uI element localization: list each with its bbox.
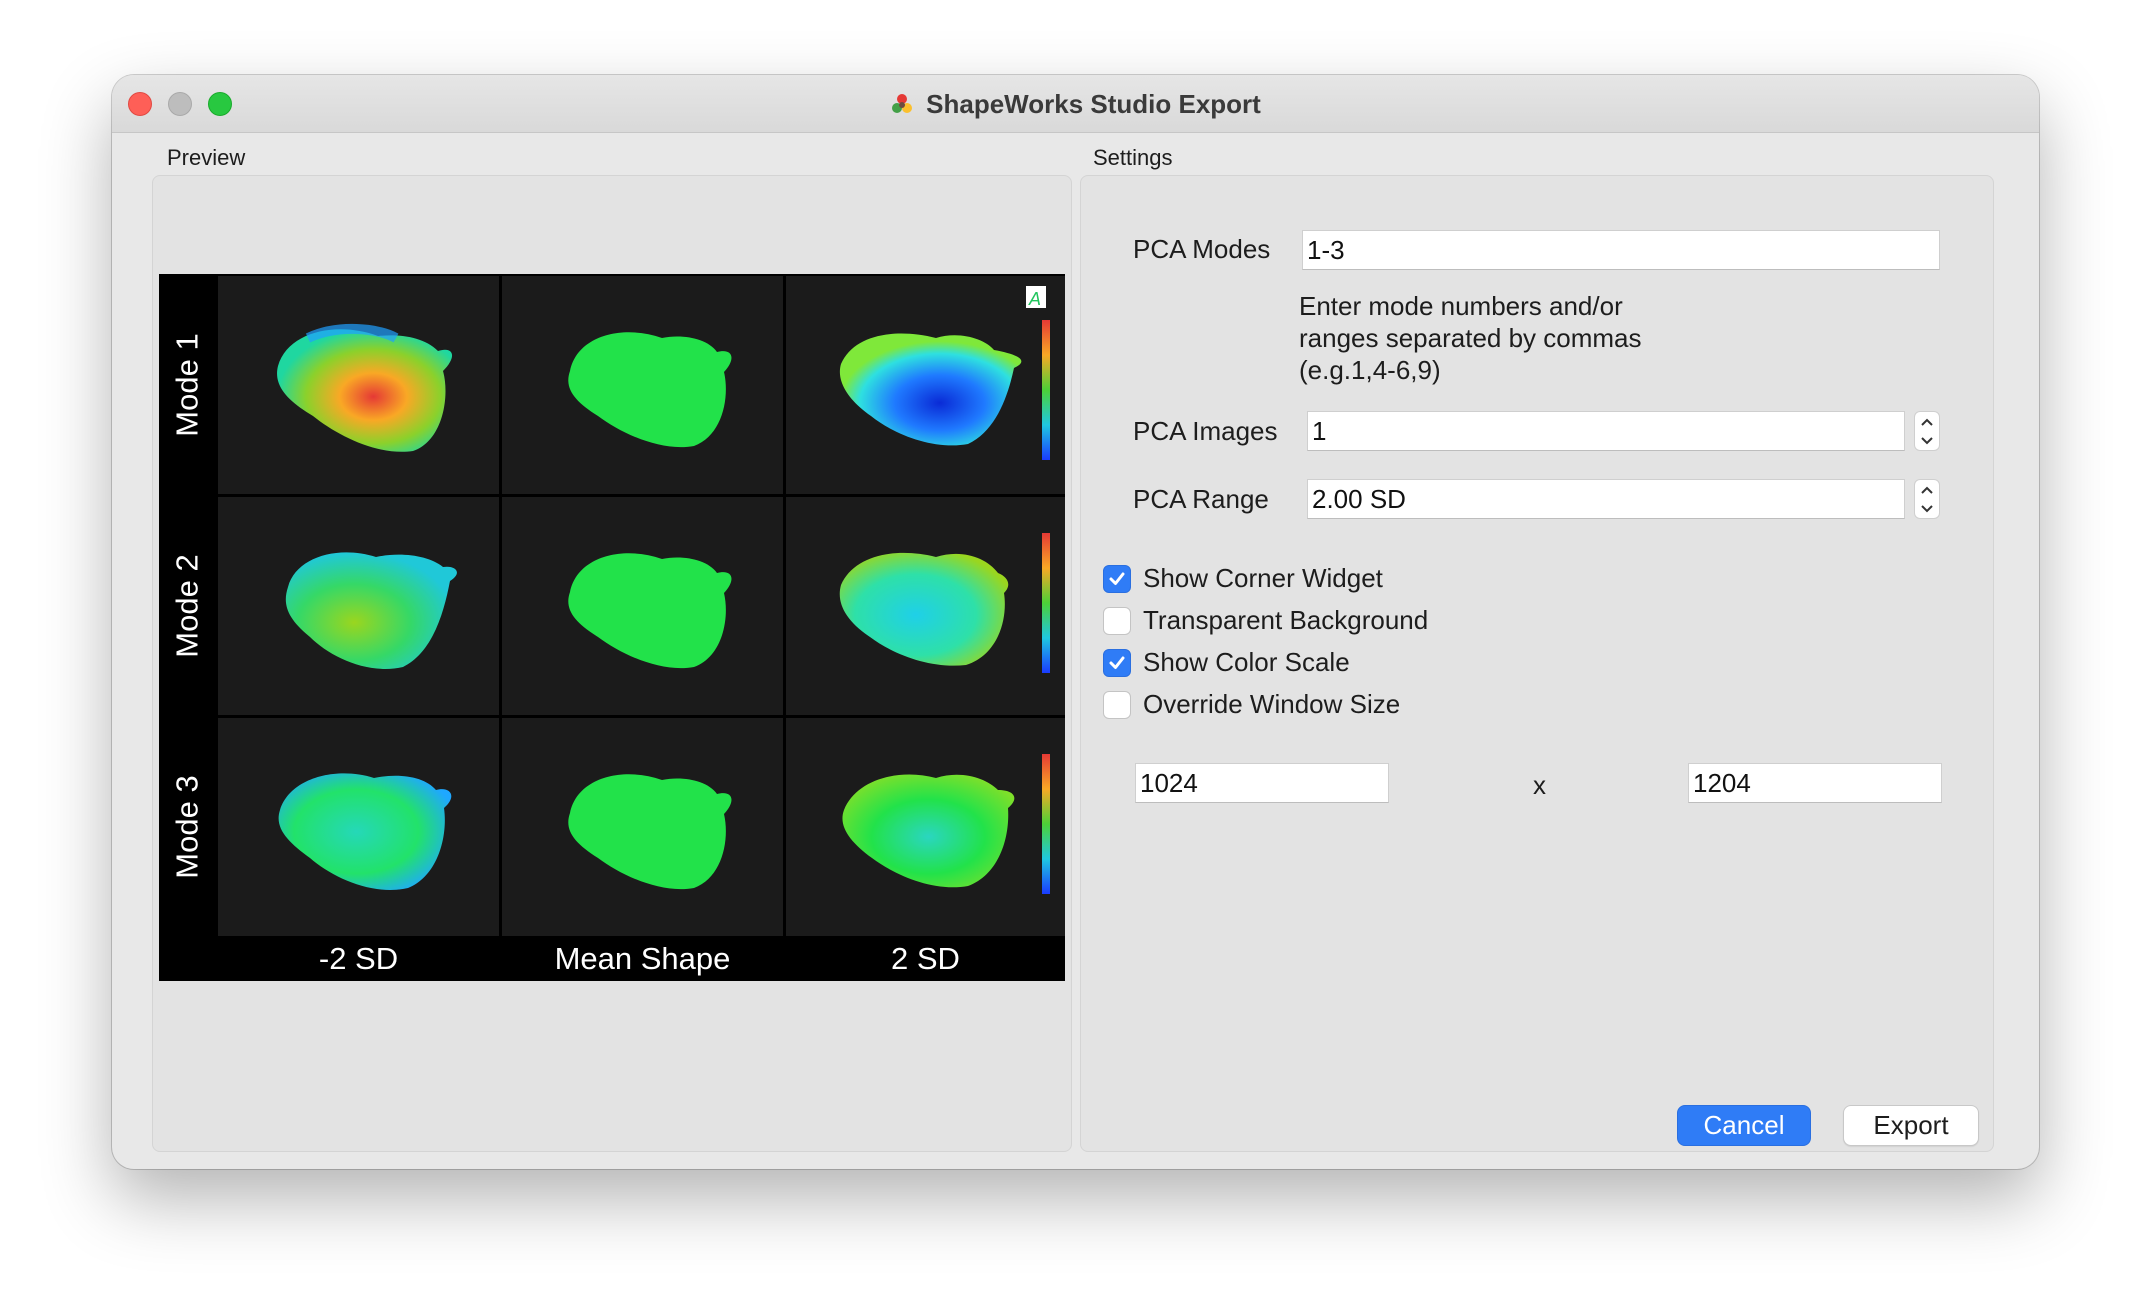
settings-panel: PCA Modes 1-3 Enter mode numbers and/or … (1080, 175, 1994, 1152)
window-width-input[interactable]: 1024 (1135, 763, 1389, 803)
stepper-up-icon[interactable] (1915, 412, 1939, 431)
preview-image: A Mode 1 Mode 2 Mode 3 -2 SD Mean Shape … (159, 274, 1065, 981)
cancel-button[interactable]: Cancel (1677, 1105, 1811, 1146)
checkmark-icon (1109, 656, 1125, 669)
col-label-mean-shape: Mean Shape (554, 940, 731, 976)
preview-cell-mode1-minus (218, 276, 499, 494)
pca-modes-label: PCA Modes (1133, 234, 1271, 264)
pca-modes-hint: Enter mode numbers and/or ranges separat… (1299, 290, 1719, 386)
preview-cell-mode2-mean (502, 497, 783, 715)
shape-mode3-plus2sd (842, 754, 1050, 894)
override-window-size-label: Override Window Size (1143, 689, 1401, 719)
size-separator: x (1533, 770, 1546, 800)
settings-group-label: Settings (1093, 145, 1173, 170)
transparent-background-label: Transparent Background (1143, 605, 1429, 635)
shapeworks-app-icon (892, 94, 913, 113)
show-color-scale-checkbox[interactable] (1103, 648, 1131, 677)
pca-images-stepper[interactable] (1914, 411, 1940, 451)
shape-mode1-minus2sd (277, 324, 453, 452)
pca-range-input[interactable]: 2.00 SD (1307, 479, 1905, 519)
svg-text:A: A (1028, 289, 1041, 309)
window-title: ShapeWorks Studio Export (926, 88, 1261, 119)
pca-range-stepper[interactable] (1914, 479, 1940, 519)
title-bar: ShapeWorks Studio Export (112, 75, 2039, 133)
shape-mode1-plus2sd: A (839, 286, 1050, 460)
col-label-minus-2sd: -2 SD (318, 940, 399, 976)
pca-range-label: PCA Range (1133, 484, 1269, 514)
pca-images-input[interactable]: 1 (1307, 411, 1905, 451)
show-color-scale-row[interactable]: Show Color Scale (1103, 647, 1350, 678)
export-dialog: ShapeWorks Studio Export Preview A Mode … (112, 75, 2039, 1169)
preview-cell-mode3-mean (502, 718, 783, 936)
shape-mode3-minus2sd (278, 773, 452, 890)
pca-images-label: PCA Images (1133, 416, 1278, 446)
row-label-mode-3: Mode 3 (159, 718, 216, 936)
row-label-text: Mode 1 (169, 333, 205, 437)
override-window-size-row[interactable]: Override Window Size (1103, 689, 1400, 720)
shape-mode2-mean (568, 553, 732, 669)
preview-cell-mode2-minus (218, 497, 499, 715)
preview-cell-mode3-minus (218, 718, 499, 936)
hint-line: (e.g.1,4-6,9) (1299, 355, 1441, 385)
row-label-text: Mode 2 (169, 554, 205, 658)
preview-group-label: Preview (167, 145, 246, 170)
shape-mode3-mean (568, 774, 732, 890)
preview-panel: A Mode 1 Mode 2 Mode 3 -2 SD Mean Shape … (152, 175, 1072, 1152)
row-label-text: Mode 3 (169, 775, 205, 879)
hint-line: ranges separated by commas (1299, 323, 1642, 353)
shape-mode2-minus2sd (285, 552, 457, 669)
preview-cell-mode2-plus (786, 497, 1065, 715)
hint-line: Enter mode numbers and/or (1299, 291, 1623, 321)
preview-cell-mode1-plus: A (786, 276, 1065, 494)
pca-modes-input[interactable]: 1-3 (1302, 230, 1940, 270)
window-height-input[interactable]: 1204 (1688, 763, 1942, 803)
show-corner-widget-label: Show Corner Widget (1143, 563, 1383, 593)
override-window-size-checkbox[interactable] (1103, 690, 1131, 719)
transparent-background-checkbox[interactable] (1103, 606, 1131, 635)
show-corner-widget-checkbox[interactable] (1103, 564, 1131, 593)
export-button[interactable]: Export (1843, 1105, 1979, 1146)
shape-mode2-plus2sd (839, 533, 1050, 673)
show-corner-widget-row[interactable]: Show Corner Widget (1103, 563, 1383, 594)
stepper-up-icon[interactable] (1915, 480, 1939, 499)
row-label-mode-2: Mode 2 (159, 497, 216, 715)
show-color-scale-label: Show Color Scale (1143, 647, 1350, 677)
shape-mode1-mean (568, 332, 732, 448)
preview-cell-mode1-mean (502, 276, 783, 494)
preview-cell-mode3-plus (786, 718, 1065, 936)
stepper-down-icon[interactable] (1915, 499, 1939, 518)
title-area: ShapeWorks Studio Export (112, 75, 2039, 133)
stepper-down-icon[interactable] (1915, 431, 1939, 450)
col-label-plus-2sd: 2 SD (891, 940, 960, 976)
transparent-background-row[interactable]: Transparent Background (1103, 605, 1428, 636)
row-label-mode-1: Mode 1 (159, 276, 216, 494)
checkmark-icon (1109, 572, 1125, 585)
